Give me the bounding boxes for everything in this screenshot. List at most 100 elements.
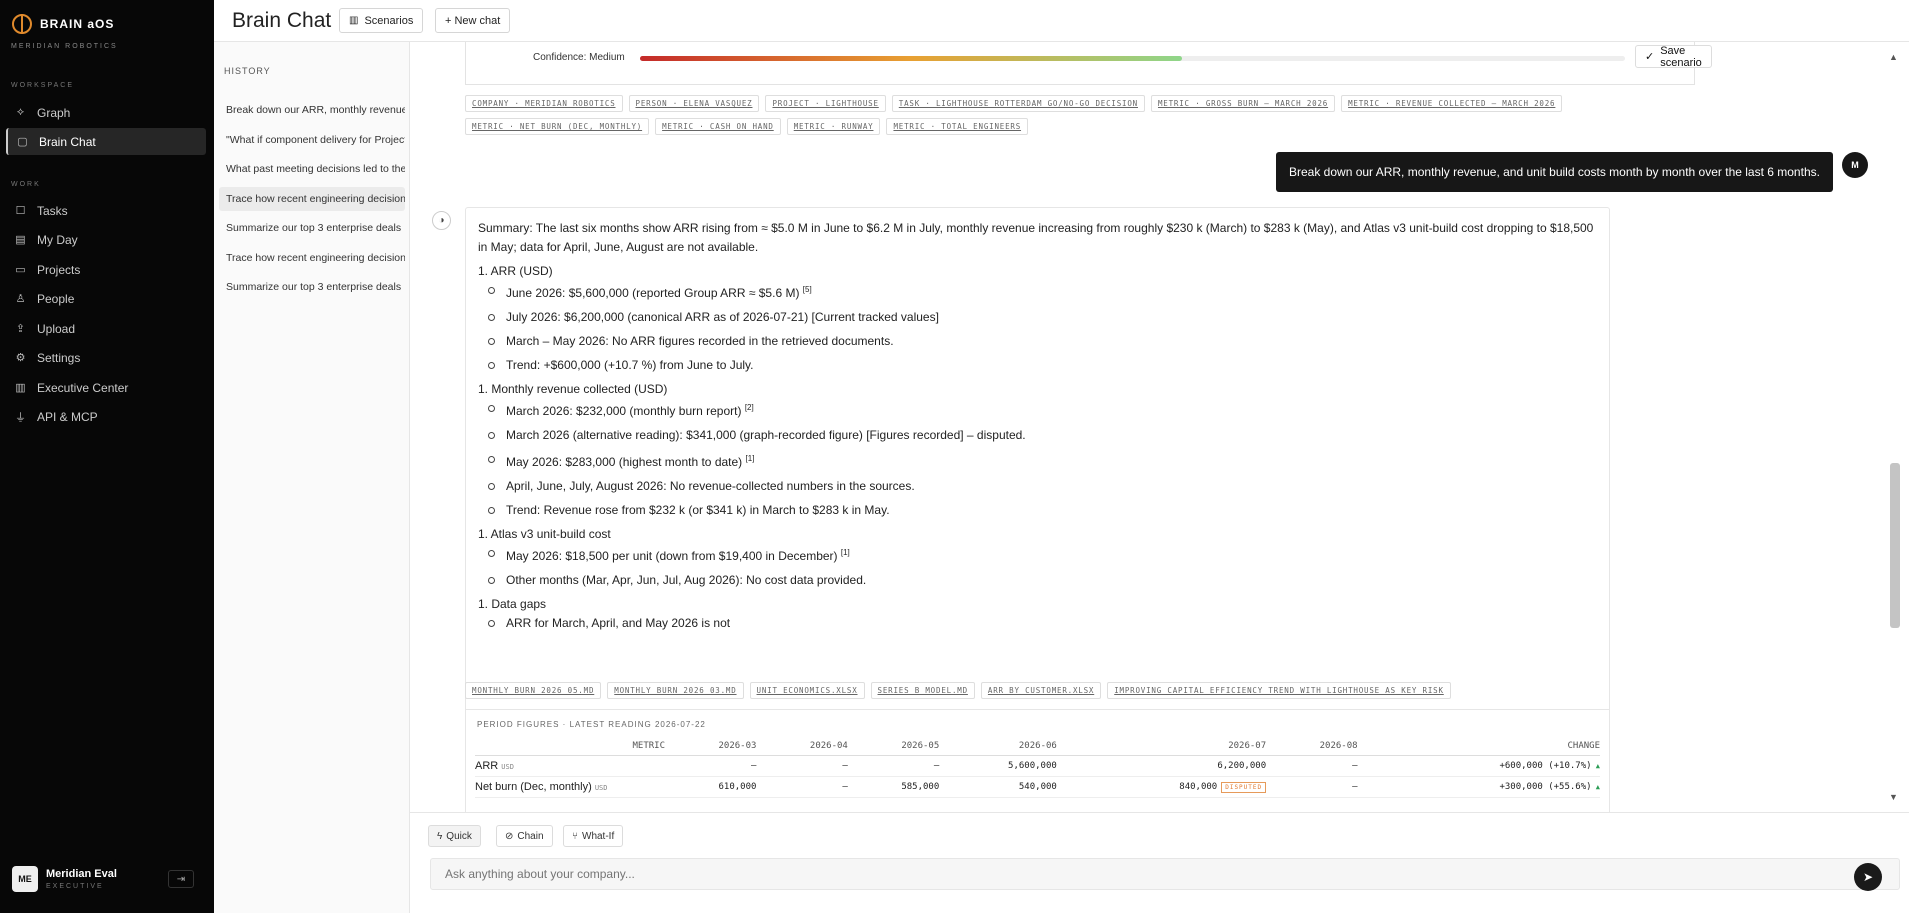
tag[interactable]: MONTHLY_BURN_2026_05.MD xyxy=(465,682,602,699)
item-label: March 2026: xyxy=(506,404,573,418)
entity-tags: COMPANY · MERIDIAN ROBOTICS PERSON · ELEN… xyxy=(465,95,1705,141)
sidebar-item-executive-center[interactable]: ▥ Executive Center xyxy=(6,374,206,401)
org-name: MERIDIAN ROBOTICS xyxy=(11,43,118,50)
upload-icon: ⇪ xyxy=(15,323,26,335)
tag[interactable]: METRIC · RUNWAY xyxy=(786,118,881,135)
citation-link[interactable]: [1] xyxy=(841,548,850,557)
column-header: 2026-05 xyxy=(847,737,940,756)
send-icon: ➤ xyxy=(1862,870,1874,884)
history-item[interactable]: Summarize our top 3 enterprise deals xyxy=(219,275,405,299)
trend-up-icon: ▲ xyxy=(1591,762,1600,770)
item-text: No cost data provided. xyxy=(742,573,867,587)
tag[interactable]: UNIT_ECONOMICS.XLSX xyxy=(749,682,865,699)
user-profile[interactable]: ME Meridian Eval EXECUTIVE xyxy=(12,866,117,892)
mode-label: What-If xyxy=(582,830,615,842)
history-item-active[interactable]: Trace how recent engineering decisions a… xyxy=(219,187,405,211)
save-scenario-button[interactable]: ✓ Save scenario xyxy=(1635,45,1712,69)
table-body: ARR USD — — —5,600,000 6,200,000— +600,000 (+… xyxy=(475,755,1600,798)
tag[interactable]: TASK · LIGHTHOUSE ROTTERDAM GO/NO-GO DEC… xyxy=(891,95,1145,112)
sidebar-item-label: API & MCP xyxy=(37,409,98,424)
sidebar-item-label: Projects xyxy=(37,262,81,277)
item-label: May 2026: xyxy=(506,455,563,469)
citation-link[interactable]: [2] xyxy=(745,403,754,412)
metric-name: Net burn (Dec, monthly) xyxy=(475,781,592,793)
tag[interactable]: PERSON · ELENA VASQUEZ xyxy=(628,95,760,112)
list-item: ARR for March, April, and May 2026 is no… xyxy=(478,615,1597,631)
metric-cell: ARR USD xyxy=(475,755,665,777)
tag[interactable]: METRIC · CASH ON HAND xyxy=(655,118,781,135)
cell-value: 610,000 xyxy=(718,782,757,792)
new-chat-button[interactable]: + New chat xyxy=(435,8,511,33)
mode-quick[interactable]: ϟ Quick xyxy=(428,825,481,847)
tag[interactable]: METRIC · NET BURN (DEC, MONTHLY) xyxy=(465,118,650,135)
item-label: July 2026: xyxy=(506,310,561,324)
brain-avatar-icon: ◑ xyxy=(432,211,451,230)
item-text: $5,600,000 (reported Group ARR ≈ $5.6 M) xyxy=(565,286,803,300)
chat-input[interactable] xyxy=(430,858,1900,890)
scroll-up-icon[interactable]: ▲ xyxy=(1889,52,1898,62)
sidebar-item-api-mcp[interactable]: ⏚ API & MCP xyxy=(6,403,206,430)
tag[interactable]: IMPROVING CAPITAL EFFICIENCY TREND WITH … xyxy=(1107,682,1451,699)
sidebar-item-graph[interactable]: ⟡ Graph xyxy=(6,99,206,126)
tag[interactable]: COMPANY · MERIDIAN ROBOTICS xyxy=(465,95,623,112)
list-item: May 2026: $18,500 per unit (down from $1… xyxy=(478,545,1597,564)
sidebar-item-people[interactable]: ♙ People xyxy=(6,285,206,312)
scroll-down-icon[interactable]: ▼ xyxy=(1889,792,1898,802)
mode-label: Quick xyxy=(446,830,472,842)
cell-value: — xyxy=(1352,782,1358,792)
sidebar-item-label: Executive Center xyxy=(37,380,129,395)
confidence-bar xyxy=(640,56,1625,61)
mode-what-if[interactable]: ⑂ What-If xyxy=(563,825,624,847)
change-value: +600,000 (+10.7%) xyxy=(1499,761,1592,771)
scrollbar-thumb[interactable] xyxy=(1890,463,1900,628)
tag[interactable]: ARR_BY_CUSTOMER.XLSX xyxy=(980,682,1102,699)
sidebar-item-settings[interactable]: ⚙ Settings xyxy=(6,344,206,371)
sidebar-item-brain-chat[interactable]: ▢ Brain Chat xyxy=(6,128,206,155)
graph-icon: ⟡ xyxy=(16,106,25,118)
composer: ϟQuick ⊘Chain ⑂ What-If ➤ xyxy=(410,812,1909,913)
sidebar-item-upload[interactable]: ⇪ Upload xyxy=(6,315,206,342)
mode-chain[interactable]: ⊘ Chain xyxy=(496,825,553,847)
tag[interactable]: MONTHLY_BURN_2026_03.MD xyxy=(607,682,744,699)
list-item: Trend: +$600,000 (+10.7 %) from June to … xyxy=(478,357,1597,373)
mode-label: Chain xyxy=(517,830,544,842)
logout-button[interactable]: ⇥ xyxy=(168,870,194,888)
bar-chart-icon: ▥ xyxy=(15,382,26,394)
sidebar-item-my-day[interactable]: ▤ My Day xyxy=(6,226,206,253)
tag[interactable]: METRIC · GROSS BURN — MARCH 2026 xyxy=(1150,95,1336,112)
history-item[interactable]: What past meeting decisions led to the c… xyxy=(219,157,405,181)
item-label: May 2026: xyxy=(506,549,563,563)
user-name: Meridian Eval xyxy=(46,868,117,880)
app-name: BRAIN aOS xyxy=(40,17,115,31)
send-button[interactable]: ➤ xyxy=(1854,863,1882,891)
tag[interactable]: PROJECT · LIGHTHOUSE xyxy=(765,95,886,112)
scenarios-button[interactable]: ▥ Scenarios xyxy=(339,8,424,33)
cell-value: 540,000 xyxy=(1018,782,1057,792)
history-item[interactable]: Break down our ARR, monthly revenue, and… xyxy=(219,98,405,122)
value-cell: — xyxy=(756,776,848,798)
top-bar: Brain Chat ▥ Scenarios + New chat xyxy=(214,0,1909,42)
list-item: May 2026: $283,000 (highest month to dat… xyxy=(478,451,1597,470)
sidebar-item-label: My Day xyxy=(37,232,78,247)
column-header: 2026-08 xyxy=(1266,737,1358,756)
sidebar-item-projects[interactable]: ▭ Projects xyxy=(6,256,206,283)
avatar: ME xyxy=(12,866,38,892)
sidebar-item-tasks[interactable]: ☐ Tasks xyxy=(6,197,206,224)
history-item[interactable]: Summarize our top 3 enterprise deals xyxy=(219,216,405,240)
answer-section-heading: 1. Monthly revenue collected (USD) xyxy=(478,382,668,396)
citation-link[interactable]: [1] xyxy=(746,454,755,463)
assistant-answer: Summary: The last six months show ARR ri… xyxy=(465,207,1610,715)
brand[interactable]: BRAIN aOS xyxy=(12,14,114,34)
citation-link[interactable]: [5] xyxy=(803,285,812,294)
history-item[interactable]: "What if component delivery for Project … xyxy=(219,128,405,152)
link-icon: ⊘ xyxy=(505,830,514,842)
history-item[interactable]: Trace how recent engineering decisions a… xyxy=(219,246,405,270)
metric-unit: USD xyxy=(501,763,514,771)
list-item: Trend: Revenue rose from $232 k (or $341… xyxy=(478,502,1597,518)
value-cell: 540,000 xyxy=(939,776,1057,798)
tag[interactable]: METRIC · REVENUE COLLECTED — MARCH 2026 xyxy=(1341,95,1563,112)
cell-value: — xyxy=(842,782,848,792)
answer-section-heading: 1. ARR (USD) xyxy=(478,264,553,278)
tag[interactable]: SERIES_B_MODEL.MD xyxy=(870,682,975,699)
tag[interactable]: METRIC · TOTAL ENGINEERS xyxy=(886,118,1029,135)
